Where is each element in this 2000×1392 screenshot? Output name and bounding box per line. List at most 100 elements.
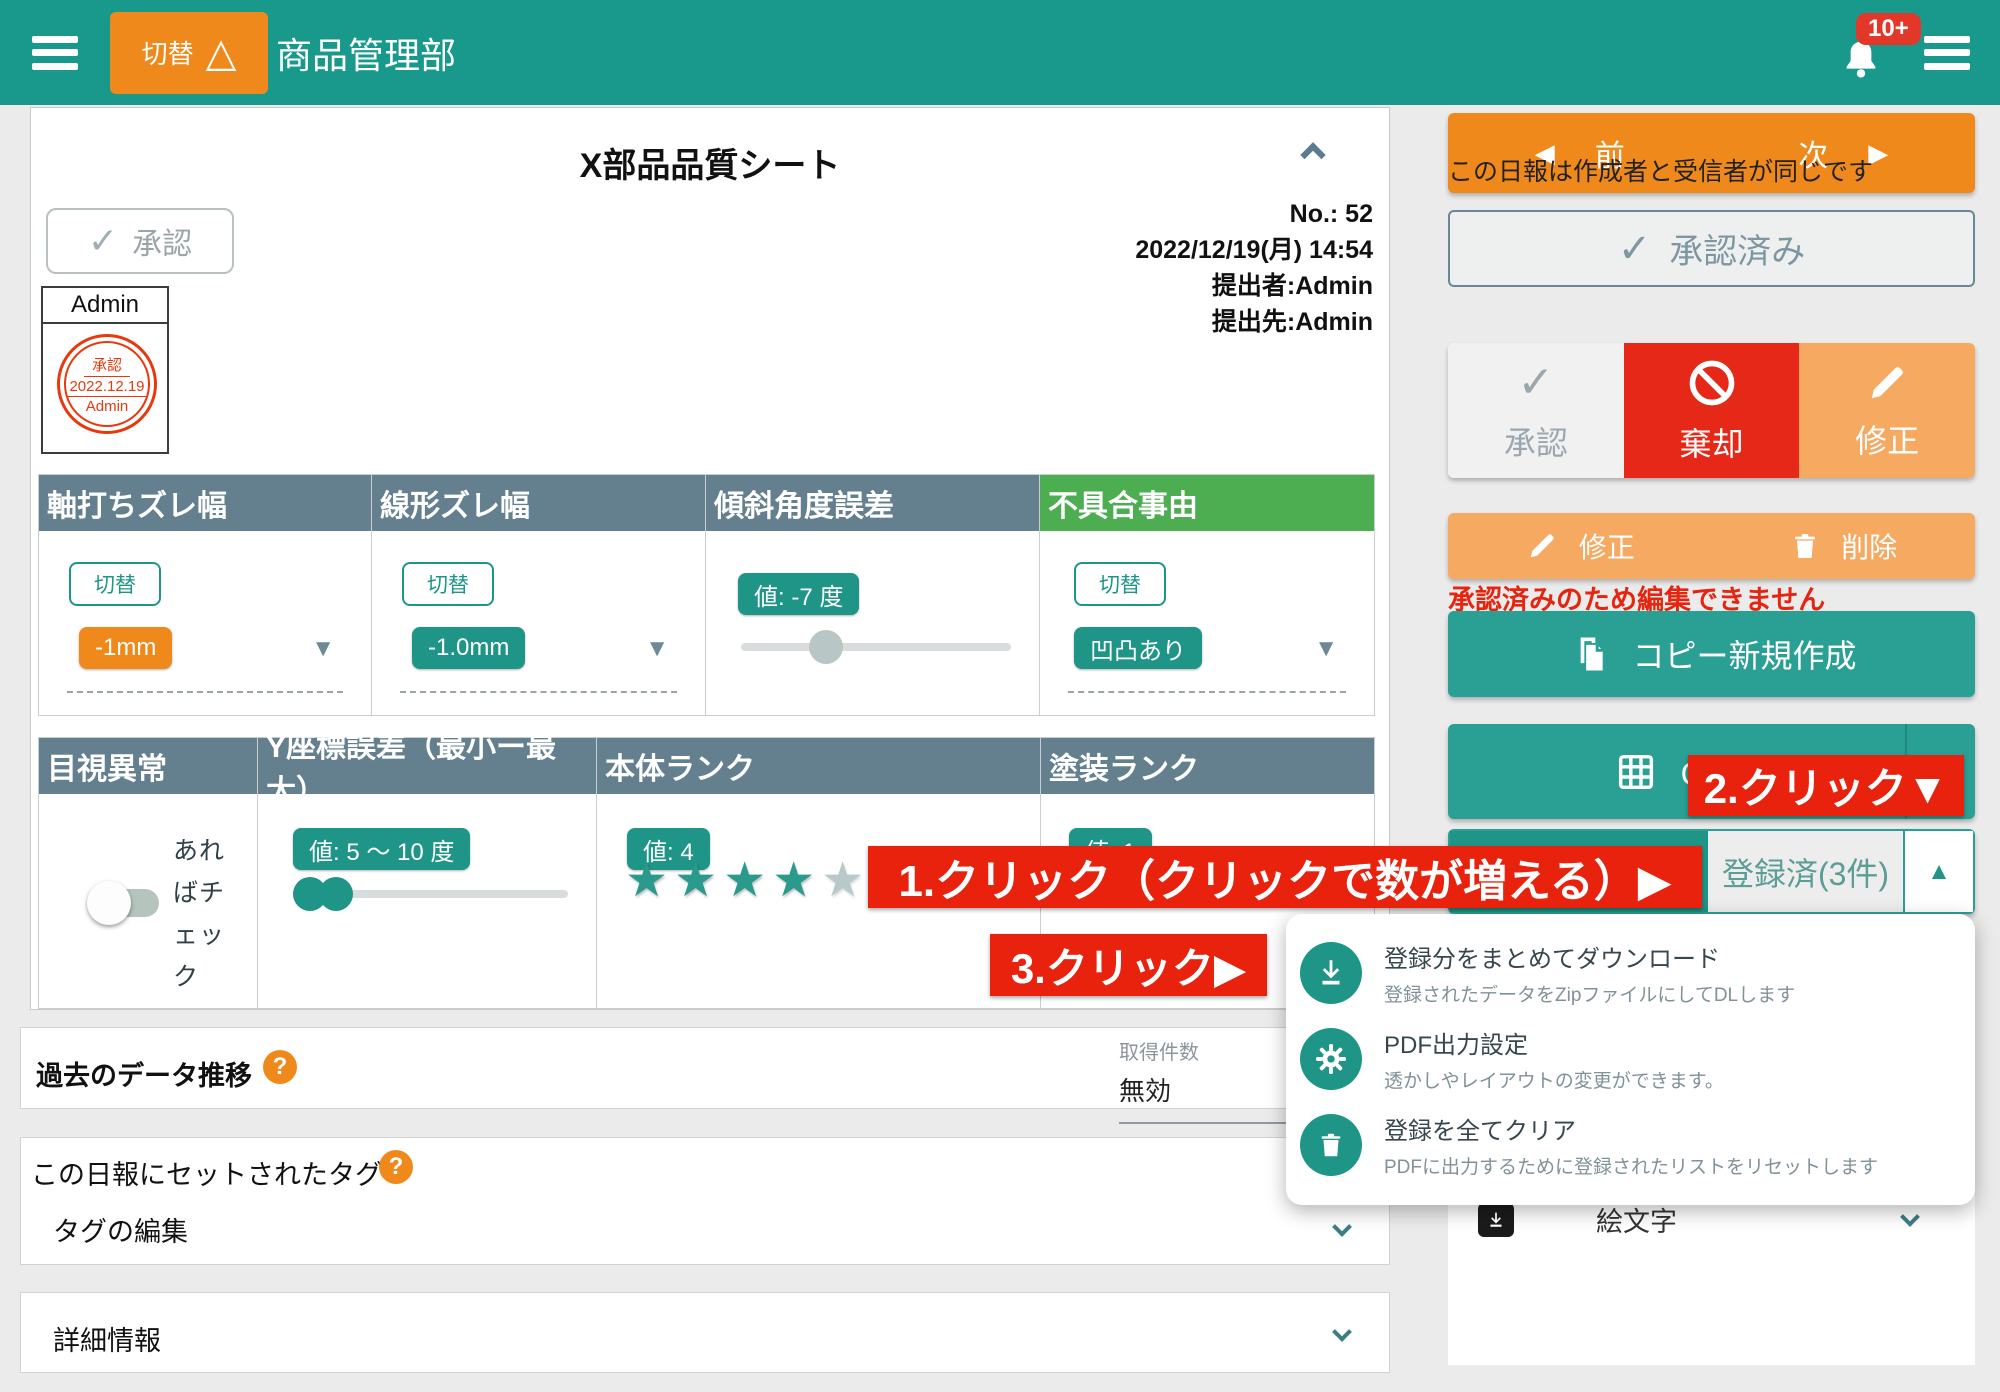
- field-header: 軸打ちズレ幅: [39, 475, 371, 531]
- value-badge: 値: 5 〜 10 度: [293, 828, 470, 870]
- check-icon: ✓: [1517, 357, 1554, 408]
- dropdown-arrow-icon[interactable]: ▼: [645, 635, 669, 663]
- toggle-knob[interactable]: [87, 881, 131, 925]
- chevron-down-icon[interactable]: [1335, 1220, 1349, 1239]
- registered-count[interactable]: 登録済(3件): [1708, 831, 1903, 912]
- edit-button-secondary[interactable]: 修正: [1448, 513, 1712, 579]
- field-header: 塗装ランク: [1041, 738, 1374, 794]
- triangle-icon: △: [206, 33, 237, 73]
- switch-label: 切替: [142, 34, 194, 71]
- range-slider[interactable]: [293, 890, 568, 898]
- tags-section: この日報にセットされたタグ ? タグの編集: [20, 1137, 1390, 1265]
- field-grid-row1: 軸打ちズレ幅 切替 -1mm ▼ 線形ズレ幅 切替 -1.0mm ▼ 傾斜角: [38, 474, 1375, 716]
- slider-thumb[interactable]: [809, 630, 843, 664]
- edit-label: 修正: [1855, 416, 1919, 462]
- notification-badge: 10+: [1856, 13, 1921, 45]
- toggle-input-mode-button[interactable]: 切替: [69, 562, 161, 606]
- details-section: 詳細情報: [20, 1292, 1390, 1373]
- reject-button[interactable]: 棄却: [1624, 343, 1800, 478]
- menu-icon[interactable]: [32, 36, 78, 70]
- history-section: 過去のデータ推移 ? 取得件数 無効: [20, 1027, 1390, 1109]
- history-title: 過去のデータ推移: [36, 1054, 252, 1093]
- field-header: Y座標誤差（最小ー最大）: [258, 738, 596, 794]
- toggle-input-mode-button[interactable]: 切替: [402, 562, 494, 606]
- count-label: 取得件数: [1119, 1036, 1299, 1065]
- edit-button[interactable]: 修正: [1799, 343, 1975, 478]
- field-header: 本体ランク: [597, 738, 1040, 794]
- report-meta: No.: 52 2022/12/19(月) 14:54 提出者:Admin 提出…: [1135, 196, 1373, 340]
- approve-label: 承認: [1504, 418, 1568, 464]
- gear-icon: [1300, 1028, 1362, 1090]
- approval-stamp: Admin 承認 2022.12.19 Admin: [41, 286, 169, 454]
- triangle-up-icon: ▲: [1927, 858, 1951, 886]
- divider: [1068, 691, 1346, 693]
- empty-star[interactable]: ★: [821, 854, 870, 907]
- selected-value[interactable]: -1mm: [79, 627, 172, 669]
- download-square-icon: [1478, 1203, 1514, 1237]
- field-header: 不具合事由: [1040, 475, 1374, 531]
- copy-create-button[interactable]: コピー新規作成: [1448, 611, 1975, 697]
- department-switch-button[interactable]: 切替 △: [110, 12, 268, 94]
- menu-item-desc: 透かしやレイアウトの変更ができます。: [1384, 1066, 1724, 1093]
- approve-button[interactable]: ✓ 承認: [1448, 343, 1624, 478]
- csv-dropdown-menu: 登録分をまとめてダウンロード 登録されたデータをZipファイルにしてDLします: [1286, 914, 1975, 1205]
- selected-value[interactable]: 凹凸あり: [1074, 627, 1202, 669]
- approve-stamp-button[interactable]: ✓ 承認: [46, 208, 234, 274]
- stamp-name: Admin: [43, 288, 167, 324]
- report-title: X部品品質シート: [31, 138, 1389, 187]
- visual-anomaly-toggle[interactable]: [95, 889, 159, 917]
- collapse-menu-button[interactable]: ▲: [1903, 831, 1973, 912]
- report-recipient: 提出先:Admin: [1135, 304, 1373, 340]
- table-grid-icon: [1613, 749, 1659, 795]
- stamp-line1: 承認: [84, 354, 130, 377]
- stamp-seal: 承認 2022.12.19 Admin: [57, 334, 157, 434]
- field-header: 傾斜角度誤差: [706, 475, 1039, 531]
- slider-thumb-max[interactable]: [319, 877, 353, 911]
- toggle-input-mode-button[interactable]: 切替: [1074, 562, 1166, 606]
- selected-value[interactable]: -1.0mm: [412, 627, 525, 669]
- approve-label: 承認: [132, 219, 192, 263]
- edit-delete-bar: 修正 削除: [1448, 513, 1975, 579]
- approved-status-button[interactable]: ✓ 承認済み: [1448, 210, 1975, 287]
- menu-item-clear-all[interactable]: 登録を全てクリア PDFに出力するために登録されたリストをリセットします: [1300, 1102, 1975, 1188]
- annotation-step2: 2.クリック▼: [1688, 755, 1964, 816]
- help-icon[interactable]: ?: [263, 1050, 297, 1084]
- annotation-step3: 3.クリック▶: [990, 934, 1267, 996]
- notifications-button[interactable]: 10+: [1838, 23, 1884, 83]
- delete-button[interactable]: 削除: [1712, 513, 1976, 579]
- app-screen: 切替 △ 商品管理部 10+ X部品品質シート ✓ 承認 Admin: [0, 0, 2000, 1392]
- toggle-label: あればチェック: [173, 830, 229, 998]
- pencil-icon: [1864, 360, 1910, 406]
- field-header: 目視異常: [39, 738, 257, 794]
- delete-label: 削除: [1841, 526, 1897, 566]
- annotation-step1: 1.クリック（クリックで数が増える）▶: [868, 846, 1702, 908]
- count-select[interactable]: 取得件数 無効: [1119, 1036, 1299, 1124]
- menu-item-desc: PDFに出力するために登録されたリストをリセットします: [1384, 1152, 1878, 1179]
- count-value: 無効: [1119, 1071, 1299, 1108]
- approved-label: 承認済み: [1669, 224, 1805, 273]
- dropdown-arrow-icon[interactable]: ▼: [311, 635, 335, 663]
- stamp-line3: Admin: [86, 397, 129, 415]
- tag-edit-button[interactable]: タグの編集: [53, 1210, 188, 1249]
- trash-icon: [1789, 529, 1821, 563]
- filled-stars[interactable]: ★★★★: [625, 854, 821, 907]
- collapse-report-button[interactable]: [1304, 146, 1334, 164]
- details-title[interactable]: 詳細情報: [53, 1319, 161, 1358]
- app-bar: 切替 △ 商品管理部 10+: [0, 0, 2000, 105]
- body-rank-stars[interactable]: ★★★★★: [625, 852, 870, 908]
- angle-slider[interactable]: [741, 643, 1011, 651]
- chevron-down-icon[interactable]: [1335, 1325, 1349, 1344]
- menu-item-download-all[interactable]: 登録分をまとめてダウンロード 登録されたデータをZipファイルにしてDLします: [1300, 930, 1975, 1016]
- emoji-row[interactable]: 絵文字: [1478, 1200, 1945, 1239]
- edit-label: 修正: [1579, 526, 1635, 566]
- help-icon[interactable]: ?: [379, 1150, 413, 1184]
- report-datetime: 2022/12/19(月) 14:54: [1135, 232, 1373, 268]
- copy-icon: [1566, 632, 1610, 676]
- chevron-down-icon[interactable]: [1903, 1210, 1917, 1229]
- menu-item-pdf-settings[interactable]: PDF出力設定 透かしやレイアウトの変更ができます。: [1300, 1016, 1975, 1102]
- value-badge: 値: -7 度: [738, 573, 859, 615]
- download-icon: [1300, 942, 1362, 1004]
- check-icon: ✓: [88, 220, 118, 262]
- overflow-menu-icon[interactable]: [1924, 36, 1970, 70]
- dropdown-arrow-icon[interactable]: ▼: [1314, 635, 1338, 663]
